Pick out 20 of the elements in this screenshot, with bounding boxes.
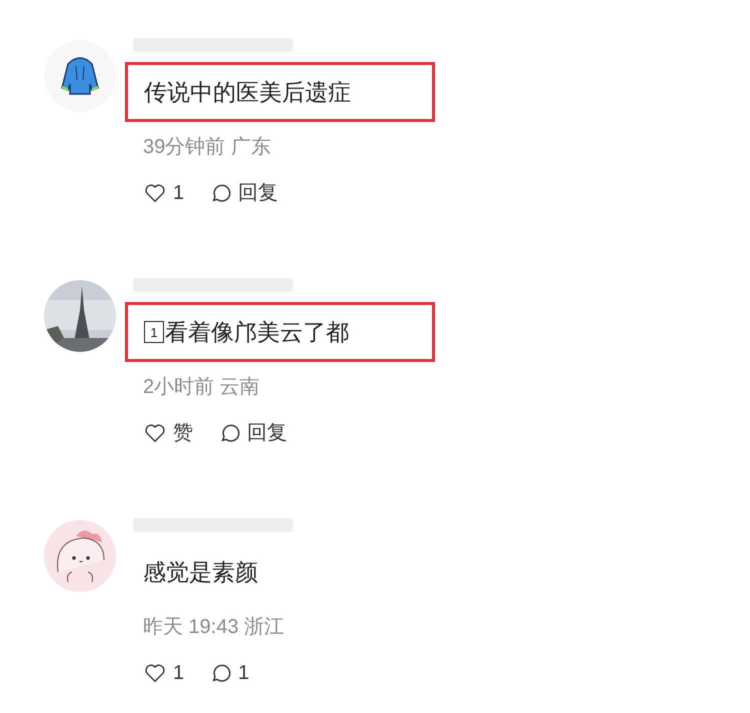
comment-meta: 昨天 19:43 浙江 [143,615,286,640]
reply-button[interactable]: 1 [210,658,250,688]
like-button[interactable]: 1 [143,178,184,208]
cartoon-avatar-icon [44,520,116,592]
comment-text: 感觉是素颜 [143,558,258,587]
hoodie-avatar-icon [44,40,116,112]
comment-meta: 2小时前 云南 [143,375,261,400]
comment-icon [210,662,232,684]
comment-text: 1 看着像邝美云了都 [144,317,349,347]
reply-button[interactable]: 回复 [219,418,287,448]
heart-icon [143,182,167,204]
comment-meta: 39分钟前 广东 [143,135,272,160]
heart-icon [143,422,167,444]
like-button[interactable]: 1 [143,658,184,688]
comment-icon [210,182,232,204]
heart-icon [143,662,167,684]
like-button[interactable]: 赞 [143,418,193,448]
comment-icon [219,422,241,444]
reply-button[interactable]: 回复 [210,178,278,208]
comment-text: 传说中的医美后遗症 [144,78,351,107]
